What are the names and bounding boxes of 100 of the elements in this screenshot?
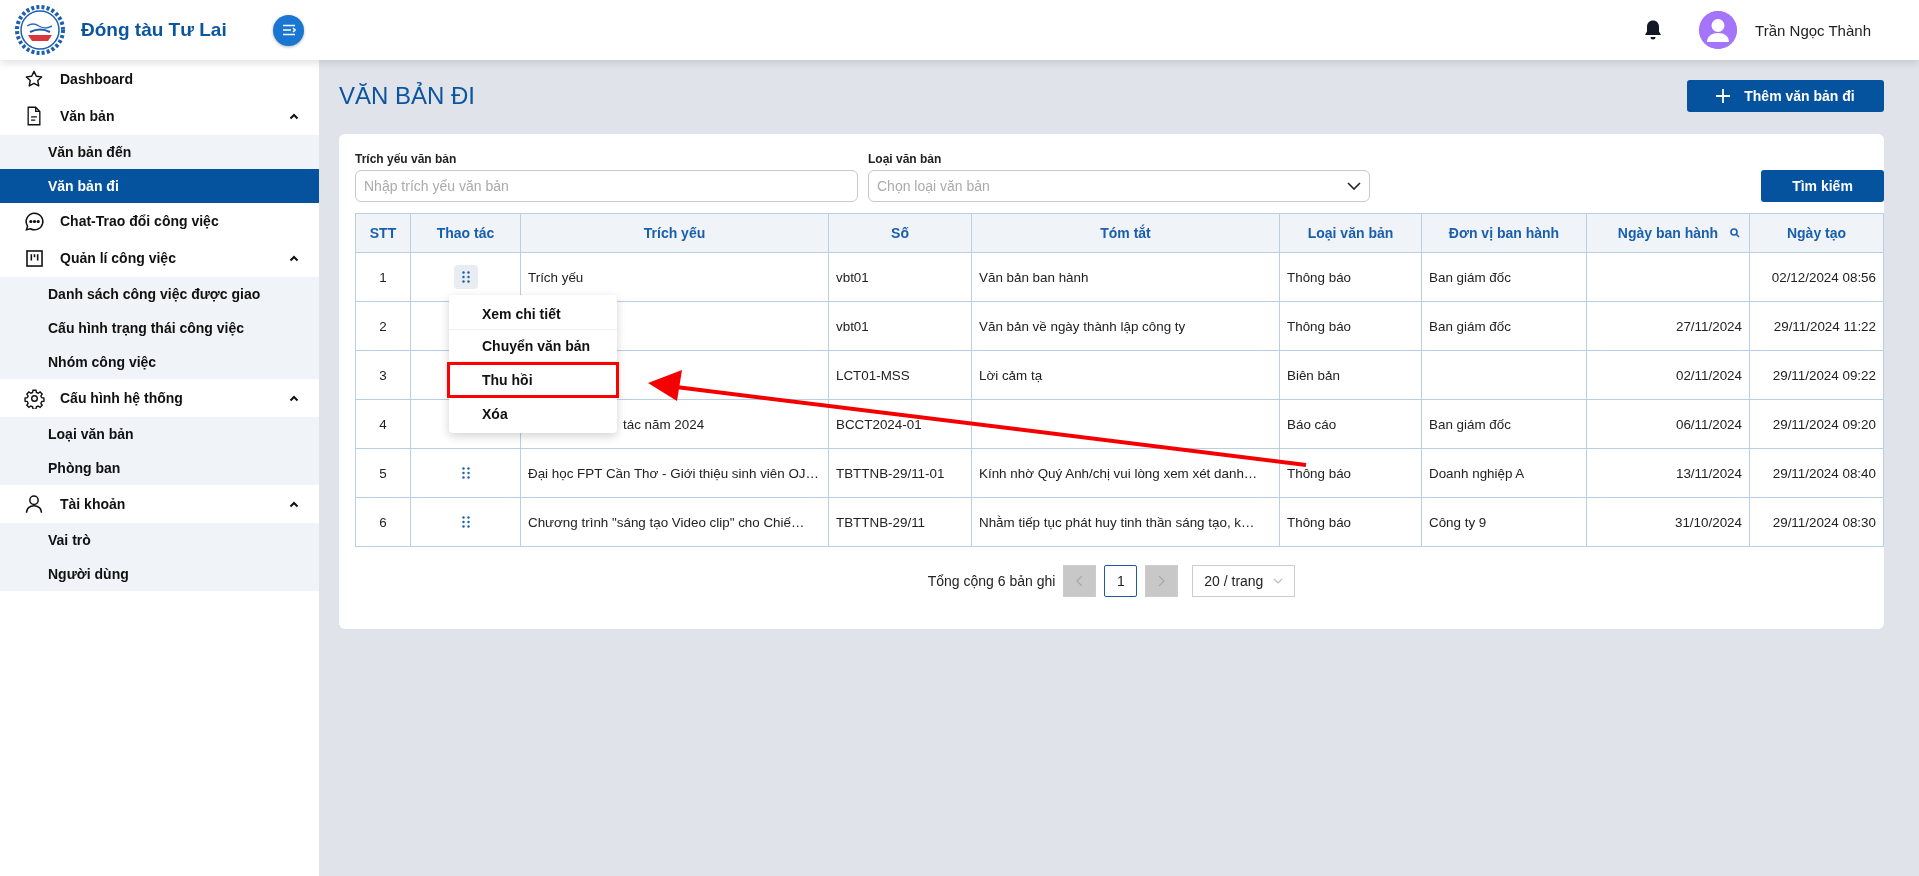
row-number: 4: [379, 416, 387, 432]
column-header: Tóm tắt: [1100, 225, 1151, 241]
page-number[interactable]: 1: [1104, 565, 1138, 597]
chevron-left-icon: [1076, 575, 1084, 587]
table-cell: vbt01: [836, 269, 869, 285]
table-cell: 02/11/2024: [1675, 367, 1742, 383]
sidebar-subitem[interactable]: Danh sách công việc được giao: [0, 277, 319, 311]
table-cell: 29/11/2024 11:22: [1773, 318, 1876, 334]
table-cell: vbt01: [836, 318, 869, 334]
table-cell: Văn bản về ngày thành lập công ty: [979, 318, 1186, 334]
table-cell: tác năm 2024: [623, 416, 705, 432]
column-header: Số: [891, 225, 909, 241]
field-label: Trích yếu văn bản: [355, 152, 458, 168]
menu-icon: [281, 24, 296, 36]
table-cell: Thông báo: [1287, 318, 1352, 334]
table-cell: Nhằm tiếp tục phát huy tinh thần sáng tạo, k…: [979, 514, 1255, 530]
row-number: 1: [379, 269, 387, 285]
sidebar-item[interactable]: Chat-Trao đổi công việc: [0, 203, 319, 239]
table-cell: Kính nhờ Quý Anh/chị vui lòng xem xét danh…: [979, 465, 1258, 481]
table-cell: Ban giám đốc: [1429, 318, 1511, 334]
table-cell: Văn bản ban hành: [979, 269, 1089, 285]
user-name[interactable]: Trần Ngọc Thành: [1755, 21, 1871, 39]
sidebar-group[interactable]: Tài khoản: [0, 485, 319, 523]
menu-toggle-button[interactable]: [273, 14, 304, 46]
table-cell: 06/11/2024: [1675, 416, 1742, 432]
table-cell: 02/12/2024 08:56: [1771, 269, 1876, 285]
document-icon: [25, 106, 43, 126]
table-cell: 27/11/2024: [1675, 318, 1742, 334]
table-cell: TBTTNB-29/11-01: [836, 465, 945, 481]
page-title: VĂN BẢN ĐI: [339, 82, 476, 110]
table-cell: BCCT2024-01: [836, 416, 922, 432]
column-header: Đơn vị ban hành: [1448, 225, 1560, 241]
sidebar-subitem[interactable]: Vai trò: [0, 523, 319, 557]
total-records: Tổng cộng 6 bản ghi: [927, 573, 1056, 589]
table-cell: Báo cáo: [1287, 416, 1337, 432]
chevron-down-icon: [1273, 578, 1284, 584]
user-avatar[interactable]: [1699, 11, 1738, 49]
summary-input[interactable]: Nhập trích yếu văn bản: [355, 170, 858, 202]
menu-item[interactable]: Xóa: [449, 398, 617, 430]
sidebar-subitem[interactable]: Văn bản đi: [0, 169, 319, 203]
table-cell: Lời cảm tạ: [979, 367, 1043, 383]
chevron-up-icon: [289, 254, 299, 262]
notification-bell-icon[interactable]: [1643, 19, 1664, 41]
table-cell: Doanh nghiệp A: [1429, 465, 1525, 481]
user-icon: [24, 494, 44, 514]
table-cell: Đại học FPT Cần Thơ - Giới thiệu sinh viên OJ…: [528, 465, 819, 481]
chevron-up-icon: [289, 112, 299, 120]
table-cell: Thông báo: [1287, 269, 1352, 285]
app-title: Đóng tàu Tư Lai: [81, 19, 228, 41]
board-icon: [24, 248, 44, 268]
table-cell: 29/11/2024 09:22: [1772, 367, 1876, 383]
sidebar-group[interactable]: Văn bản: [0, 97, 319, 135]
sidebar-group[interactable]: Quản lí công việc: [0, 239, 319, 277]
sidebar-subitem[interactable]: Phòng ban: [0, 451, 319, 485]
sidebar-subitem[interactable]: Cấu hình trạng thái công việc: [0, 311, 319, 345]
table-cell: TBTTNB-29/11: [836, 514, 926, 530]
more-actions-icon[interactable]: [453, 265, 478, 289]
column-header: STT: [369, 225, 397, 241]
sidebar-item[interactable]: Dashboard: [0, 61, 319, 97]
column-header: Thao tác: [436, 225, 495, 241]
table-cell: Thông báo: [1287, 514, 1352, 530]
menu-item[interactable]: Thu hồi: [447, 362, 619, 398]
table-cell: Công ty 9: [1429, 514, 1487, 530]
add-document-button[interactable]: Thêm văn bản đi: [1687, 80, 1884, 112]
plus-icon: [1716, 89, 1731, 103]
sidebar-subitem[interactable]: Người dùng: [0, 557, 319, 591]
column-header: Loại văn bản: [1307, 225, 1394, 241]
search-button[interactable]: Tìm kiếm: [1761, 170, 1884, 202]
sidebar-subitem[interactable]: Văn bản đến: [0, 135, 319, 169]
chevron-down-icon: [1347, 182, 1361, 190]
chevron-up-icon: [289, 394, 299, 402]
table-cell: Trích yếu: [528, 269, 584, 285]
sidebar-group[interactable]: Cấu hình hệ thống: [0, 379, 319, 417]
field-label: Loại văn bản: [868, 152, 943, 168]
chevron-up-icon: [289, 500, 299, 508]
chevron-right-icon: [1158, 575, 1166, 587]
table-cell: 13/11/2024: [1675, 465, 1742, 481]
table-cell: LCT01-MSS: [836, 367, 910, 383]
row-number: 6: [379, 514, 387, 530]
table-cell: Ban giám đốc: [1429, 416, 1511, 432]
menu-item[interactable]: Xem chi tiết: [449, 298, 617, 330]
row-number: 5: [379, 465, 387, 481]
table-cell: Ban giám đốc: [1429, 269, 1511, 285]
search-icon[interactable]: [1730, 228, 1740, 238]
table-cell: Chương trình "sáng tạo Video clip" cho Chiế…: [528, 514, 805, 530]
table-cell: Thông báo: [1287, 465, 1352, 481]
page-size-select[interactable]: 20 / trang: [1192, 565, 1296, 597]
column-header: Trích yếu: [643, 225, 706, 241]
star-icon: [24, 69, 44, 89]
column-header: Ngày tạo: [1786, 225, 1847, 241]
settings-icon: [23, 387, 45, 409]
sidebar-subitem[interactable]: Loại văn bản: [0, 417, 319, 451]
sidebar-subitem[interactable]: Nhóm công việc: [0, 345, 319, 379]
table-cell: 31/10/2024: [1674, 514, 1742, 530]
table-cell: Biên bản: [1287, 367, 1340, 383]
table-cell: 29/11/2024 09:20: [1772, 416, 1876, 432]
table-cell: 29/11/2024 08:40: [1772, 465, 1876, 481]
menu-item[interactable]: Chuyển văn bản: [449, 330, 617, 362]
company-logo: [15, 5, 65, 55]
table-cell: 29/11/2024 08:30: [1772, 514, 1876, 530]
